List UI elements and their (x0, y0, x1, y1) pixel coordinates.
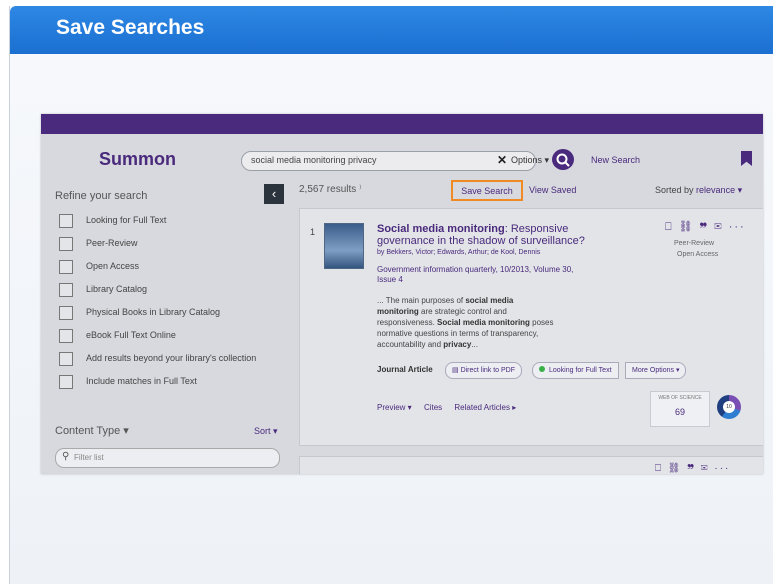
content-type-label: Journal Article (377, 365, 433, 374)
peer-review-badge: Peer-Review (674, 240, 715, 247)
preview-link[interactable]: Preview ▾ (377, 403, 412, 412)
result-card: 1 Social media monitoring: Responsive go… (299, 208, 763, 446)
cites-link[interactable]: Cites (424, 403, 442, 412)
filter-list-input[interactable]: ⚲ Filter list (55, 448, 280, 468)
checkbox[interactable] (59, 306, 73, 320)
options-dropdown[interactable]: Options ▾ (511, 155, 549, 166)
checkbox[interactable] (59, 214, 73, 228)
wos-citation-count: 69 (674, 407, 685, 417)
sort-dropdown[interactable]: Sort ▾ (254, 426, 278, 437)
summon-screenshot: Summon social media monitoring privacy ✕… (41, 114, 763, 474)
book-cover-thumbnail[interactable] (324, 223, 364, 269)
wos-label: WEB OF SCIENCE (658, 395, 702, 401)
view-saved-link[interactable]: View Saved (529, 185, 576, 195)
slide: Save Searches Summon social media monito… (9, 6, 773, 584)
rss-icon[interactable]: ⁾ (359, 184, 361, 195)
pdf-icon: ▤ (452, 367, 461, 374)
slide-title: Save Searches (56, 16, 205, 39)
bookmark-icon[interactable] (741, 151, 752, 166)
result-action-icons[interactable]: ⎕ ⛓ ❞ ✉ ··· (665, 220, 746, 234)
refine-heading: Refine your search (55, 190, 148, 202)
result-snippet: ... The main purposes of social media mo… (377, 296, 554, 349)
result-authors[interactable]: by Bekkers, Victor; Edwards, Arthur; de … (377, 249, 540, 256)
save-search-button[interactable]: Save Search (451, 180, 523, 201)
result-action-icons[interactable]: ⎕ ⛓ ❞ ✉ ··· (655, 463, 730, 474)
filter-list-placeholder: Filter list (74, 453, 104, 462)
checkbox[interactable] (59, 375, 73, 389)
refine-sidebar: Refine your search ‹ Looking for Full Te… (41, 180, 287, 474)
checkbox[interactable] (59, 352, 73, 366)
result-number: 1 (310, 227, 316, 237)
search-icon: ⚲ (62, 451, 70, 462)
checkbox[interactable] (59, 283, 73, 297)
summon-logo[interactable]: Summon (99, 149, 176, 170)
altmetric-donut-icon[interactable]: 10 (717, 395, 741, 419)
web-of-science-badge[interactable]: WEB OF SCIENCE 69 (650, 391, 710, 427)
altmetric-score: 10 (723, 401, 735, 413)
result-journal[interactable]: Government information quarterly, 10/201… (377, 265, 577, 285)
app-top-bar (41, 114, 763, 134)
sort-by-control[interactable]: Sorted by relevance ▾ (655, 185, 742, 196)
open-access-badge: Open Access (677, 251, 719, 258)
checkbox[interactable] (59, 260, 73, 274)
search-icon (556, 153, 570, 167)
collapse-sidebar-button[interactable]: ‹ (264, 184, 284, 204)
results-count: 2,567 results (299, 184, 357, 195)
direct-link-pdf-button[interactable]: ▤ Direct link to PDF (445, 362, 523, 379)
checkbox[interactable] (59, 329, 73, 343)
availability-dot-icon (539, 366, 545, 372)
search-input[interactable]: social media monitoring privacy ✕ (241, 151, 536, 171)
slide-header: Save Searches (10, 6, 773, 54)
clear-icon[interactable]: ✕ (497, 153, 507, 167)
result-card: ⎕ ⛓ ❞ ✉ ··· (299, 456, 763, 474)
new-search-link[interactable]: New Search (591, 155, 640, 165)
result-links: Preview ▾ Cites Related Articles ▸ (377, 403, 526, 412)
content-type-heading[interactable]: Content Type ▾ (55, 424, 129, 437)
search-query-text: social media monitoring privacy (251, 155, 377, 165)
related-articles-link[interactable]: Related Articles ▸ (454, 403, 516, 412)
search-button[interactable] (552, 149, 574, 170)
more-options-button[interactable]: More Options ▾ (625, 362, 687, 379)
checkbox[interactable] (59, 237, 73, 251)
full-text-button[interactable]: Looking for Full Text (532, 362, 619, 379)
result-title[interactable]: Social media monitoring: Responsive gove… (377, 223, 607, 247)
